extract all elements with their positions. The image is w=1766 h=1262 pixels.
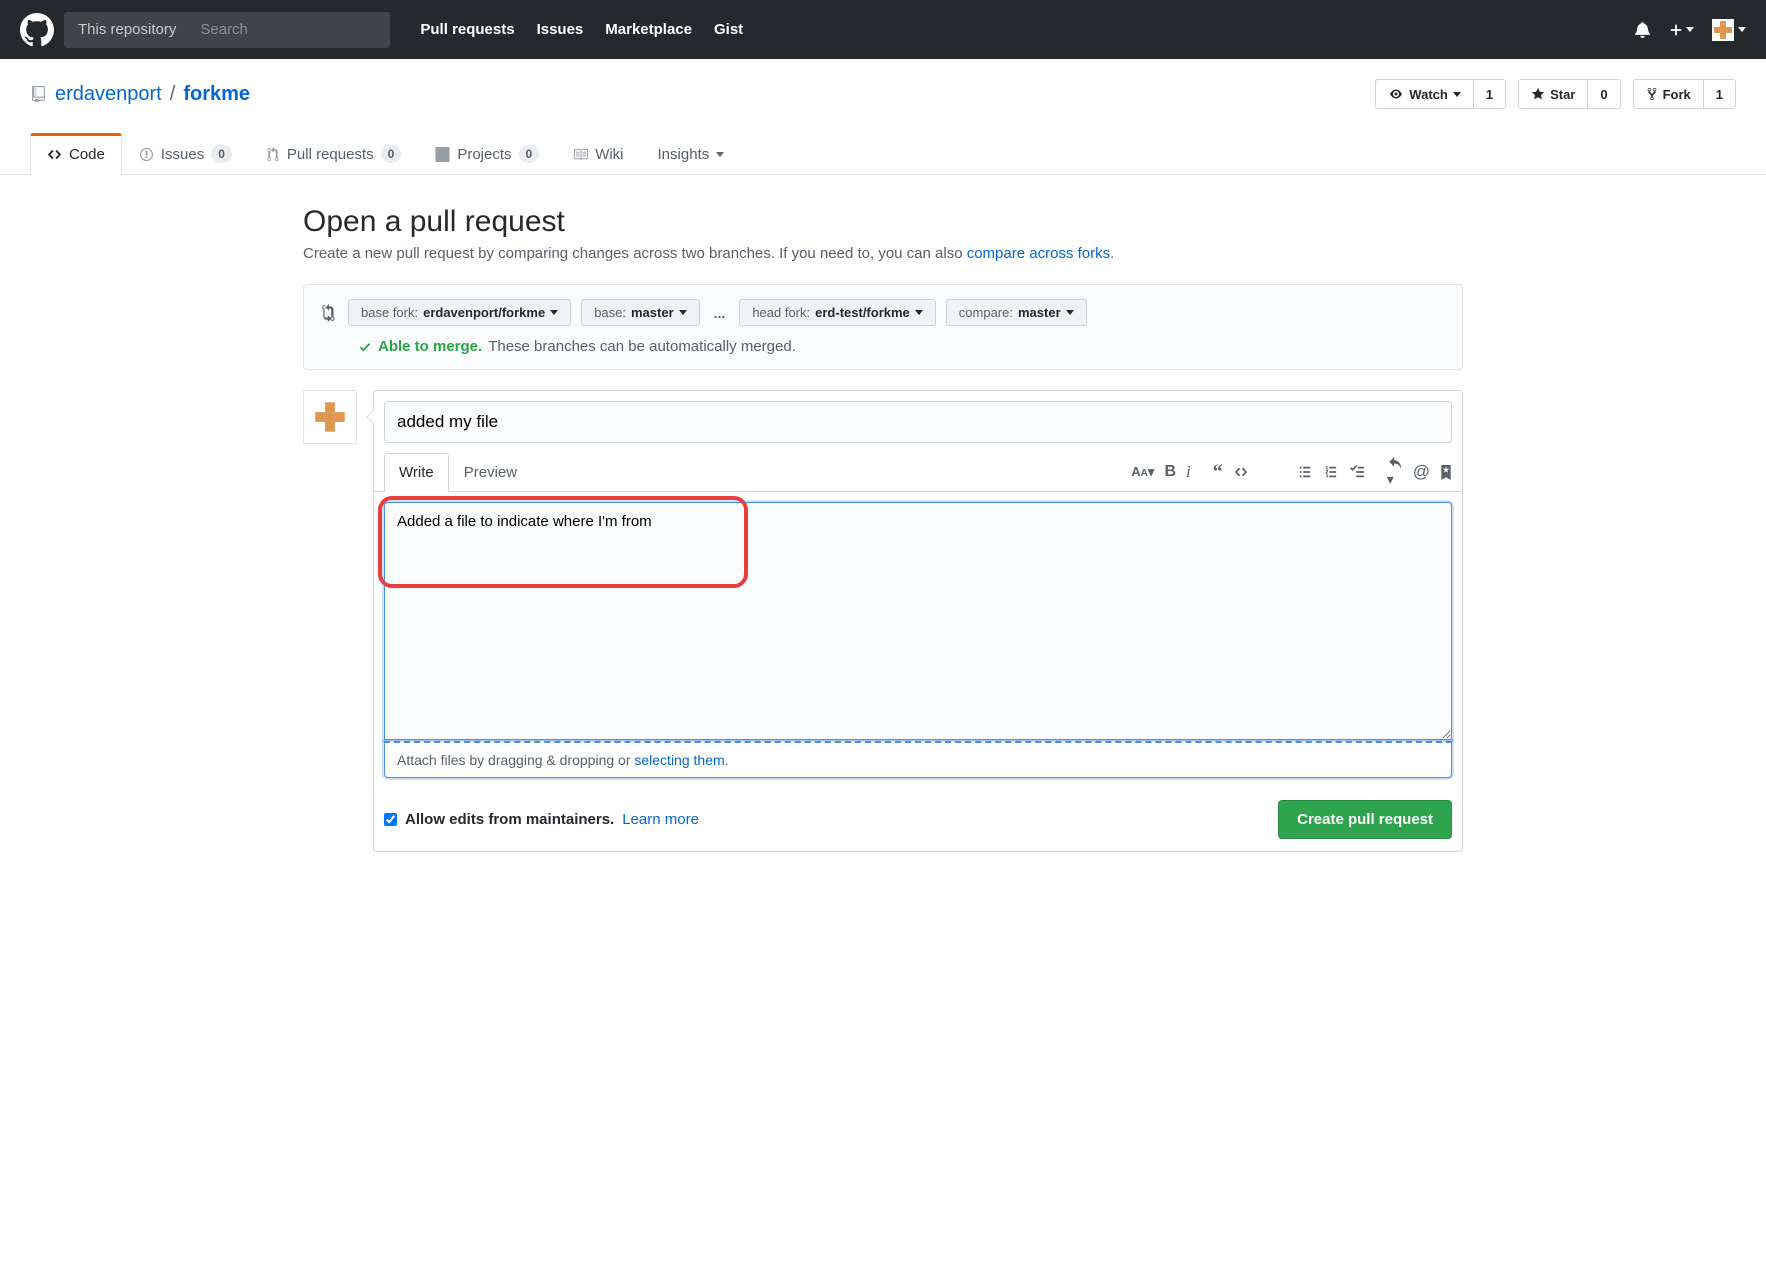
preview-tab[interactable]: Preview (449, 453, 532, 491)
create-pull-request-button[interactable]: Create pull request (1278, 800, 1452, 839)
watch-button[interactable]: Watch (1375, 79, 1474, 109)
user-avatar (303, 390, 357, 444)
write-tab[interactable]: Write (384, 453, 449, 492)
tabs-toolbar: Write Preview AA▾ B i “ (374, 453, 1462, 492)
avatar-icon (312, 399, 348, 435)
tab-insights[interactable]: Insights (641, 133, 742, 174)
plus-dropdown[interactable] (1669, 23, 1694, 37)
link-icon[interactable] (1259, 465, 1275, 479)
check-icon (358, 340, 372, 354)
tab-issues[interactable]: Issues 0 (122, 133, 249, 174)
page-title: Open a pull request (303, 205, 1463, 239)
nav-marketplace[interactable]: Marketplace (605, 21, 692, 38)
nav-gist[interactable]: Gist (714, 21, 743, 38)
main-content: Open a pull request Create a new pull re… (273, 175, 1493, 882)
star-count[interactable]: 0 (1588, 79, 1620, 109)
quote-icon[interactable]: “ (1213, 467, 1223, 477)
github-logo-icon[interactable] (20, 13, 54, 47)
pr-form: Write Preview AA▾ B i “ (303, 390, 1463, 852)
fork-icon (1646, 87, 1658, 101)
code-icon[interactable] (1233, 465, 1249, 479)
watch-count[interactable]: 1 (1474, 79, 1506, 109)
compare-dots: ... (710, 305, 730, 321)
allow-edits-row[interactable]: Allow edits from maintainers. Learn more (384, 811, 699, 828)
project-icon (435, 147, 450, 162)
repo-nav: Code Issues 0 Pull requests 0 Projects 0… (30, 133, 1736, 174)
bold-icon[interactable]: B (1164, 463, 1176, 481)
global-header: This repository Pull requests Issues Mar… (0, 0, 1766, 59)
header-right (1634, 19, 1746, 41)
pr-title-input[interactable] (384, 401, 1452, 443)
separator: / (170, 83, 176, 106)
avatar-icon (1712, 19, 1734, 41)
compare-box: base fork: erdavenport/forkme base: mast… (303, 284, 1463, 370)
italic-icon[interactable]: i (1186, 462, 1191, 482)
compare-forks-link[interactable]: compare across forks (967, 245, 1110, 262)
tab-pull-requests[interactable]: Pull requests 0 (249, 133, 418, 174)
base-branch-select[interactable]: base: master (581, 299, 699, 326)
repo-owner-link[interactable]: erdavenport (55, 83, 162, 106)
heading-icon[interactable]: AA▾ (1131, 464, 1154, 480)
tab-code[interactable]: Code (30, 133, 122, 175)
header-nav: Pull requests Issues Marketplace Gist (420, 21, 743, 38)
code-icon (47, 147, 62, 162)
head-fork-select[interactable]: head fork: erd-test/forkme (739, 299, 935, 326)
bullet-list-icon[interactable] (1297, 465, 1313, 479)
star-icon (1531, 87, 1545, 101)
git-compare-icon (320, 304, 338, 322)
issue-icon (139, 147, 154, 162)
learn-more-link[interactable]: Learn more (622, 811, 699, 828)
bell-icon[interactable] (1634, 21, 1651, 38)
book-icon (573, 147, 588, 162)
star-button[interactable]: Star (1518, 79, 1588, 109)
reply-icon[interactable]: ▾ (1387, 457, 1403, 488)
eye-icon (1388, 88, 1404, 100)
task-list-icon[interactable] (1349, 465, 1365, 479)
mention-icon[interactable]: @ (1413, 462, 1430, 482)
repo-actions: Watch 1 Star 0 Fork 1 (1375, 79, 1736, 109)
repo-title: erdavenport / forkme (30, 83, 250, 106)
page-subtitle: Create a new pull request by comparing c… (303, 245, 1463, 262)
selecting-them-link[interactable]: selecting them (634, 752, 724, 768)
markdown-toolbar: AA▾ B i “ ▾ (1131, 457, 1452, 488)
tab-wiki[interactable]: Wiki (556, 133, 640, 174)
compare-branch-select[interactable]: compare: master (946, 299, 1087, 326)
tab-projects[interactable]: Projects 0 (418, 133, 556, 174)
fork-count[interactable]: 1 (1704, 79, 1736, 109)
nav-issues[interactable]: Issues (537, 21, 584, 38)
pr-body-textarea[interactable] (384, 502, 1452, 740)
search-container: This repository (64, 12, 390, 48)
user-menu[interactable] (1712, 19, 1746, 41)
git-pull-request-icon (266, 147, 280, 162)
repo-head: erdavenport / forkme Watch 1 Star 0 (0, 59, 1766, 175)
repo-icon (30, 86, 47, 103)
nav-pull-requests[interactable]: Pull requests (420, 21, 514, 38)
form-actions: Allow edits from maintainers. Learn more… (374, 788, 1462, 851)
numbered-list-icon[interactable] (1323, 465, 1339, 479)
repo-name-link[interactable]: forkme (183, 83, 250, 106)
fork-button[interactable]: Fork (1633, 79, 1704, 109)
comment-box: Write Preview AA▾ B i “ (373, 390, 1463, 852)
bookmark-icon[interactable] (1440, 465, 1452, 480)
base-fork-select[interactable]: base fork: erdavenport/forkme (348, 299, 571, 326)
allow-edits-checkbox[interactable] (384, 813, 397, 826)
merge-status: Able to merge. These branches can be aut… (320, 338, 1446, 355)
attach-bar[interactable]: Attach files by dragging & dropping or s… (384, 741, 1452, 778)
search-input[interactable] (190, 13, 390, 46)
search-scope-label[interactable]: This repository (64, 21, 190, 38)
